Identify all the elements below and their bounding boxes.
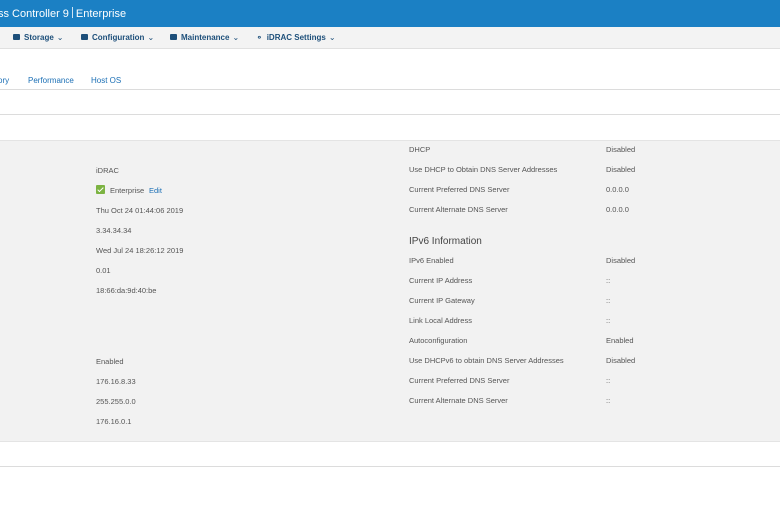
field-value: Disabled [606,356,636,365]
tab-bar: ory Performance Host OS [0,72,780,88]
menu-maintenance-label: Maintenance [181,33,230,42]
field-value: :: [606,396,611,405]
field-label: Link Local Address [409,316,472,325]
field-label: Current Preferred DNS Server [409,185,510,194]
field-label: Current Alternate DNS Server [409,205,508,214]
field-value: Disabled [606,165,636,174]
menu-configuration[interactable]: Configuration ⌄ [81,33,154,42]
field-label: Current IP Gateway [409,296,475,305]
field-value: 18:66:da:9d:40:be [96,286,157,295]
ipv6-section-title: IPv6 Information [409,236,482,247]
license-edition: Enterprise [75,8,127,20]
license-check-icon [96,185,105,194]
divider [0,114,780,115]
menu-storage-label: Storage [24,33,54,42]
storage-icon [13,34,20,40]
menu-idrac-settings-label: iDRAC Settings [266,33,326,42]
chevron-down-icon: ⌄ [232,33,240,42]
field-value: :: [606,276,611,285]
tab-performance[interactable]: Performance [28,76,74,85]
field-value: Enabled [606,336,634,345]
title-separator [71,7,73,18]
tab-host-os[interactable]: Host OS [91,76,121,85]
divider [0,466,780,467]
field-value: Wed Jul 24 18:26:12 2019 [96,246,184,255]
field-value: :: [606,296,611,305]
menu-configuration-label: Configuration [92,33,145,42]
field-label: Current Alternate DNS Server [409,396,508,405]
product-name: ss Controller 9 [0,8,69,20]
configuration-icon [81,34,88,40]
top-header-bar: ss Controller 9 Enterprise [0,0,780,27]
field-label: IPv6 Enabled [409,256,454,265]
menu-maintenance[interactable]: Maintenance ⌄ [170,33,239,42]
field-value: 0.0.0.0 [606,185,629,194]
app-title: ss Controller 9 Enterprise [0,7,126,20]
field-value: 255.255.0.0 [96,397,136,406]
field-value: 176.16.0.1 [96,417,132,426]
field-value: Enabled [96,357,124,366]
field-value: iDRAC [96,166,119,175]
menu-idrac-settings[interactable]: ⚬ iDRAC Settings ⌄ [256,33,336,42]
tab-inventory[interactable]: ory [0,76,9,85]
field-value: 176.16.8.33 [96,377,136,386]
chevron-down-icon: ⌄ [328,33,336,42]
divider [0,89,780,90]
menu-storage[interactable]: Storage ⌄ [13,33,64,42]
field-label: Current IP Address [409,276,473,285]
license-value: Enterprise [110,186,145,195]
field-label: Use DHCP to Obtain DNS Server Addresses [409,165,558,174]
field-label: Current Preferred DNS Server [409,376,510,385]
field-label: DHCP [409,145,431,154]
field-value: :: [606,376,611,385]
field-value: Disabled [606,256,636,265]
field-value: 0.0.0.0 [606,205,629,214]
key-icon: ⚬ [256,33,263,42]
field-label: Use DHCPv6 to obtain DNS Server Addresse… [409,356,564,365]
main-menu-bar: Storage ⌄ Configuration ⌄ Maintenance ⌄ ⚬ iD… [0,27,780,49]
chevron-down-icon: ⌄ [56,33,64,42]
chevron-down-icon: ⌄ [147,33,155,42]
maintenance-icon [170,34,177,40]
field-value: Thu Oct 24 01:44:06 2019 [96,206,184,215]
field-label: Autoconfiguration [409,336,468,345]
field-value: :: [606,316,611,325]
field-value: Disabled [606,145,636,154]
field-value: 0.01 [96,266,111,275]
field-value: 3.34.34.34 [96,226,132,235]
edit-license-link[interactable]: Edit [149,186,162,195]
